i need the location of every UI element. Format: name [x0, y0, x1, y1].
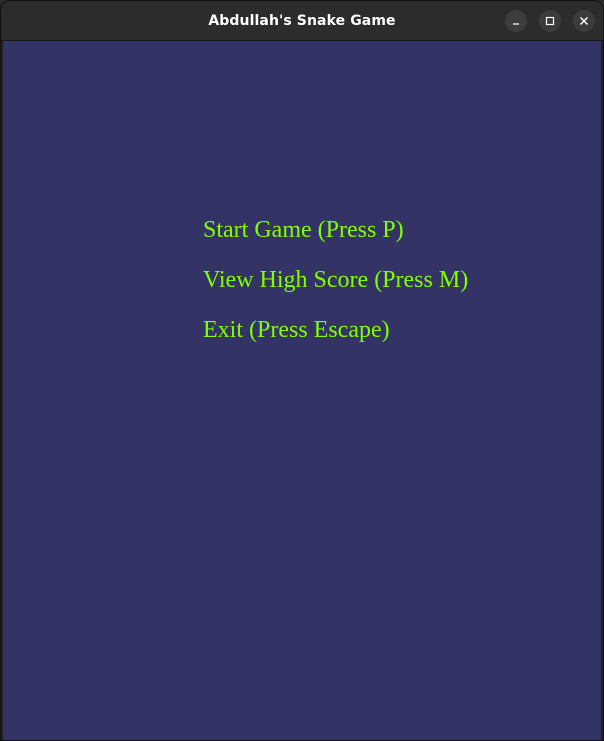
window-title: Abdullah's Snake Game	[208, 12, 396, 29]
menu-item-view-high-score[interactable]: View High Score (Press M)	[203, 266, 468, 316]
menu-item-start-game[interactable]: Start Game (Press P)	[203, 216, 468, 266]
close-icon	[580, 17, 588, 25]
minimize-icon	[513, 23, 519, 25]
game-canvas[interactable]: Start Game (Press P) View High Score (Pr…	[3, 41, 601, 740]
minimize-button[interactable]	[505, 10, 527, 32]
window-controls	[505, 10, 595, 32]
game-window: Abdullah's Snake Game Start Game (Press …	[0, 0, 604, 741]
maximize-icon	[545, 16, 555, 26]
title-bar[interactable]: Abdullah's Snake Game	[1, 1, 603, 41]
close-button[interactable]	[573, 10, 595, 32]
maximize-button[interactable]	[539, 10, 561, 32]
main-menu: Start Game (Press P) View High Score (Pr…	[203, 216, 468, 366]
menu-item-exit[interactable]: Exit (Press Escape)	[203, 316, 468, 366]
